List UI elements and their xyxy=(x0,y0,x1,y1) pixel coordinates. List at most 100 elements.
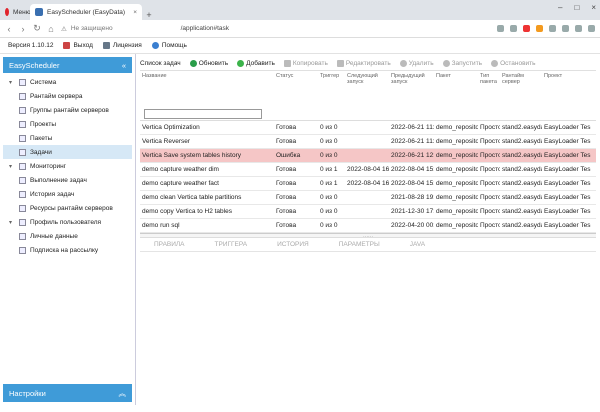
table-cell: Vertica Save system tables history xyxy=(142,152,241,159)
tree-group-monitoring[interactable]: ▾ Мониторинг xyxy=(3,159,132,173)
column-header[interactable]: Название xyxy=(140,73,274,107)
extension-icon[interactable] xyxy=(562,25,569,32)
folder-icon xyxy=(19,78,26,86)
extension-icon[interactable] xyxy=(536,25,543,32)
table-cell: stand2.easydat xyxy=(502,152,542,159)
column-header[interactable]: Следующий запуск xyxy=(345,73,389,107)
sidebar-item-tasks[interactable]: Задачи xyxy=(3,145,132,159)
grid-header: Название Статус Триггер Следующий запуск… xyxy=(140,71,596,107)
table-row[interactable]: Vertica Reverser Готова 0 из 0 2022-06-21 1… xyxy=(140,135,596,149)
start-label: Запустить xyxy=(451,60,483,67)
edit-button[interactable]: Редактировать xyxy=(336,60,391,67)
maximize-icon[interactable]: □ xyxy=(574,3,579,12)
table-cell: EasyLoader Tes xyxy=(544,180,591,187)
column-header[interactable]: Рантайм сервер xyxy=(500,73,542,107)
add-button[interactable]: Добавить xyxy=(237,60,275,67)
tab-java[interactable]: JAVA xyxy=(410,241,425,248)
close-tab-icon[interactable]: × xyxy=(133,9,137,16)
expand-up-icon[interactable]: ︽ xyxy=(119,388,127,399)
column-header[interactable]: Пакет xyxy=(434,73,478,107)
table-row[interactable]: demo copy Vertica to H2 tables Готова 0 из… xyxy=(140,205,596,219)
tab-history[interactable]: ИСТОРИЯ xyxy=(277,241,309,248)
column-header[interactable]: Предыдущий запуск xyxy=(389,73,434,107)
sidebar-item-task-history[interactable]: История задач xyxy=(3,187,132,201)
edit-icon xyxy=(336,60,344,67)
tab-easyscheduler[interactable]: EasyScheduler (EasyData) × xyxy=(30,4,142,20)
start-button[interactable]: Запустить xyxy=(442,60,483,67)
expand-icon[interactable]: ▾ xyxy=(9,219,15,226)
minimize-icon[interactable]: – xyxy=(558,3,562,12)
column-header[interactable]: Триггер xyxy=(318,73,345,107)
table-cell: Просто xyxy=(480,166,500,173)
table-row[interactable]: Vertica Optimization Готова 0 из 0 2022-06-… xyxy=(140,121,596,135)
copy-label: Копировать xyxy=(292,60,328,67)
license-button[interactable]: Лицензия xyxy=(102,42,142,49)
menu-icon[interactable] xyxy=(588,25,595,32)
table-cell: Готова xyxy=(276,124,297,131)
delete-icon xyxy=(399,60,407,67)
sidebar-item-subscription[interactable]: Подписка на рассылку xyxy=(3,243,132,257)
sidebar-item-packages[interactable]: Пакеты xyxy=(3,131,132,145)
table-row[interactable]: demo clean Vertica table partitions Готов… xyxy=(140,191,596,205)
tab-parameters[interactable]: ПАРАМЕТРЫ xyxy=(339,241,380,248)
delete-button[interactable]: Удалить xyxy=(399,60,434,67)
sidebar-item-label: Пакеты xyxy=(30,134,53,142)
table-row[interactable]: demo run sql Готова 0 из 0 2022-04-20 00: de… xyxy=(140,219,596,233)
close-window-icon[interactable]: × xyxy=(591,3,596,12)
url-field[interactable]: ⚠ Не защищено /application#task xyxy=(61,22,481,35)
sidebar-item-server-groups[interactable]: Группы рантайм серверов xyxy=(3,103,132,117)
server-group-icon xyxy=(19,106,26,114)
tab-rules[interactable]: ПРАВИЛА xyxy=(154,241,185,248)
collapse-icon[interactable]: « xyxy=(122,61,126,70)
back-icon[interactable]: ‹ xyxy=(5,24,13,34)
sidebar-item-runtime-servers[interactable]: Рантайм сервера xyxy=(3,89,132,103)
extension-icon[interactable] xyxy=(497,25,504,32)
extension-icon[interactable] xyxy=(510,25,517,32)
stop-button[interactable]: Остановить xyxy=(491,60,536,67)
expand-icon[interactable]: ▾ xyxy=(9,163,15,170)
forward-icon[interactable]: › xyxy=(19,24,27,34)
table-cell: demo capture weather dim xyxy=(142,166,219,173)
tree-group-label: Мониторинг xyxy=(30,162,67,170)
person-icon xyxy=(19,232,26,240)
settings-panel-header[interactable]: Настройки ︽ xyxy=(3,384,132,402)
exit-button[interactable]: Выход xyxy=(63,42,93,49)
license-icon xyxy=(102,42,110,49)
refresh-button[interactable]: Обновить xyxy=(189,60,228,67)
help-button[interactable]: Помощь xyxy=(151,42,187,49)
reload-icon[interactable]: ↻ xyxy=(33,23,41,34)
extension-icon[interactable] xyxy=(549,25,556,32)
sidebar-item-projects[interactable]: Проекты xyxy=(3,117,132,131)
name-filter-input[interactable] xyxy=(144,108,262,119)
table-row[interactable]: demo capture weather dim Готова 0 из 1 2022… xyxy=(140,163,596,177)
tree-group-profile[interactable]: ▾ Профиль пользователя xyxy=(3,215,132,229)
sidebar-item-label: Личные данные xyxy=(30,232,78,240)
tree-group-label: Система xyxy=(30,78,57,86)
download-icon[interactable] xyxy=(575,25,582,32)
column-header[interactable]: Тип пакета xyxy=(478,73,500,107)
table-cell: 0 из 0 xyxy=(320,194,338,201)
extension-icon[interactable] xyxy=(523,25,530,32)
table-cell: EasyLoader Tes xyxy=(544,138,591,145)
sidebar-item-task-execution[interactable]: Выполнение задач xyxy=(3,173,132,187)
new-tab-button[interactable]: + xyxy=(142,10,156,20)
sidebar-header[interactable]: EasyScheduler « xyxy=(3,57,132,73)
expand-icon[interactable]: ▾ xyxy=(9,79,15,86)
column-header[interactable]: Статус xyxy=(274,73,318,107)
table-row[interactable]: demo capture weather fact Готова 0 из 1 202… xyxy=(140,177,596,191)
execution-icon xyxy=(19,176,26,184)
table-cell: demo_repositor xyxy=(436,124,478,131)
detail-tabs: ПРАВИЛА ТРИГГЕРА ИСТОРИЯ ПАРАМЕТРЫ JAVA xyxy=(140,238,596,252)
opera-menu-tab[interactable]: Меню xyxy=(0,4,31,20)
home-icon[interactable]: ⌂ xyxy=(47,24,55,34)
tree-group-label: Профиль пользователя xyxy=(30,218,102,226)
sidebar-item-personal-data[interactable]: Личные данные xyxy=(3,229,132,243)
tab-triggers[interactable]: ТРИГГЕРА xyxy=(215,241,248,248)
column-header[interactable]: Проект xyxy=(542,73,596,107)
sidebar-item-server-resources[interactable]: Ресурсы рантайм серверов xyxy=(3,201,132,215)
tree-group-system[interactable]: ▾ Система xyxy=(3,75,132,89)
table-cell: 2022-06-21 12: xyxy=(391,152,434,159)
help-label: Помощь xyxy=(161,42,187,49)
table-row[interactable]: Vertica Save system tables history Ошибка… xyxy=(140,149,596,163)
copy-button[interactable]: Копировать xyxy=(283,60,328,67)
